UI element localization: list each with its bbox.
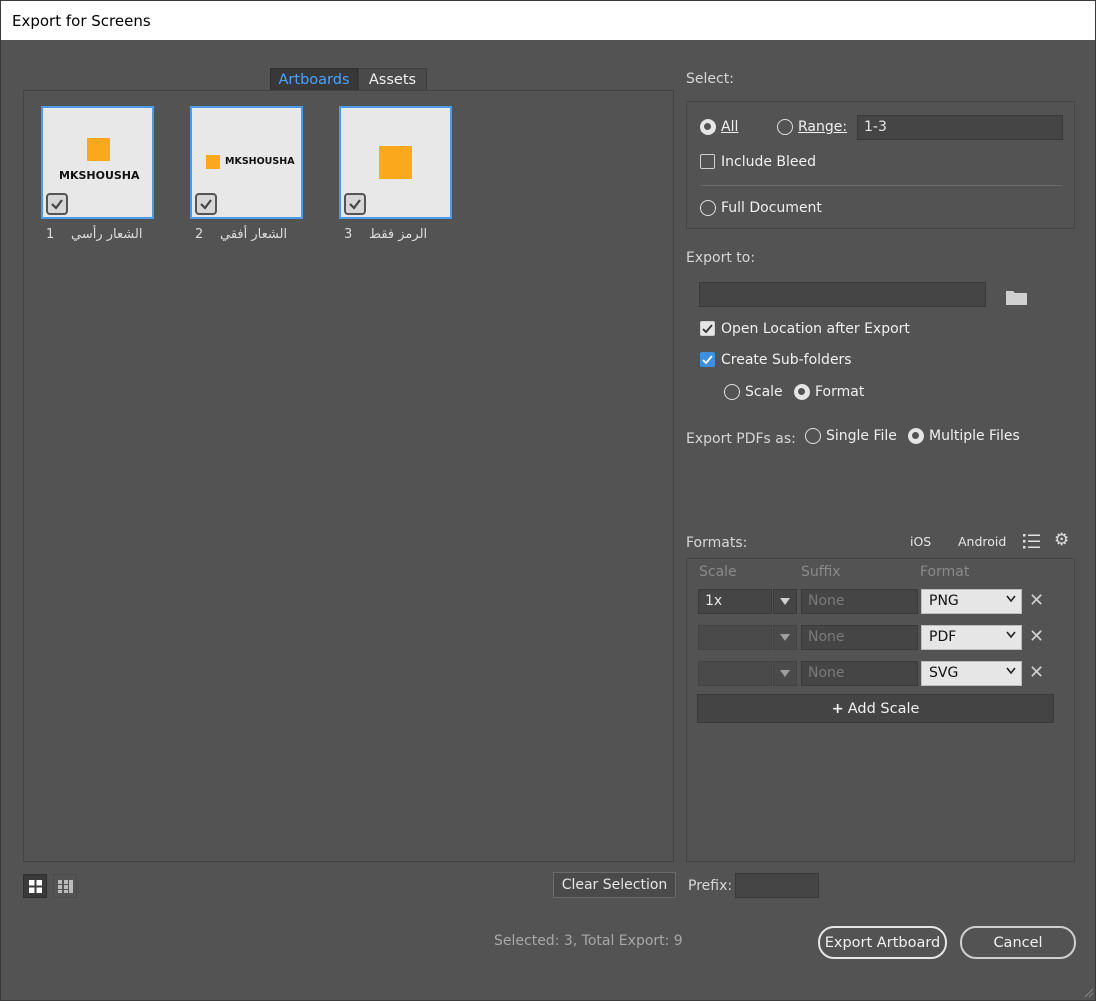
tab-artboards[interactable]: Artboards bbox=[270, 68, 358, 91]
tab-assets[interactable]: Assets bbox=[358, 68, 427, 91]
artboard-number-1: 1 bbox=[46, 227, 55, 242]
logo-mark bbox=[206, 155, 220, 169]
prefix-input[interactable] bbox=[735, 873, 819, 898]
full-document-label[interactable]: Full Document bbox=[721, 200, 822, 216]
export-to-label: Export to: bbox=[686, 250, 756, 266]
resize-grip-icon[interactable] bbox=[1082, 986, 1094, 998]
open-location-checkbox[interactable] bbox=[700, 321, 715, 336]
artboard-name-1: الشعار رأسي bbox=[71, 227, 143, 242]
divider bbox=[700, 185, 1062, 186]
select-range-radio[interactable] bbox=[777, 119, 793, 135]
artboard-checkbox-1[interactable] bbox=[46, 193, 68, 215]
subfolder-format-label[interactable]: Format bbox=[815, 384, 864, 400]
artboard-number-2: 2 bbox=[195, 227, 204, 242]
suffix-input[interactable]: None bbox=[801, 589, 918, 614]
artboard-name-3: الرمز فقط bbox=[369, 227, 428, 242]
formats-label: Formats: bbox=[686, 535, 748, 551]
subfolder-format-radio[interactable] bbox=[794, 384, 810, 400]
export-artboard-button[interactable]: Export Artboard bbox=[818, 926, 947, 959]
pdf-multiple-label[interactable]: Multiple Files bbox=[929, 428, 1020, 444]
format-header: Format bbox=[920, 564, 970, 580]
format-select[interactable]: PDF bbox=[921, 625, 1022, 650]
pdf-single-radio[interactable] bbox=[805, 428, 821, 444]
clear-selection-button[interactable]: Clear Selection bbox=[553, 872, 676, 898]
list-icon[interactable] bbox=[1023, 534, 1040, 549]
grid-view-button[interactable] bbox=[23, 874, 47, 898]
artboard-thumbnail-2[interactable]: MKSHOUSHA bbox=[190, 106, 303, 219]
artboard-number-3: 3 bbox=[344, 227, 353, 242]
logo-mark bbox=[379, 146, 412, 179]
pdf-multiple-radio[interactable] bbox=[908, 428, 924, 444]
logo-text: MKSHOUSHA bbox=[59, 169, 140, 182]
remove-format-button[interactable]: ✕ bbox=[1029, 590, 1044, 611]
select-all-radio[interactable] bbox=[700, 119, 716, 135]
artboards-panel: MKSHOUSHA 1 الشعار رأسي MKSHOUSHA 2 الشع… bbox=[23, 90, 674, 862]
cancel-button[interactable]: Cancel bbox=[960, 926, 1076, 959]
suffix-input[interactable]: None bbox=[801, 661, 918, 686]
pdf-single-label[interactable]: Single File bbox=[826, 428, 897, 444]
chevron-down-icon bbox=[780, 670, 790, 677]
create-subfolders-label[interactable]: Create Sub-folders bbox=[721, 352, 852, 368]
android-preset-button[interactable]: Android bbox=[958, 534, 1006, 549]
open-location-label[interactable]: Open Location after Export bbox=[721, 321, 910, 337]
chevron-down-icon bbox=[1006, 595, 1016, 603]
format-value: PDF bbox=[929, 629, 957, 645]
add-scale-button[interactable]: + Add Scale bbox=[697, 694, 1054, 723]
export-pdfs-label: Export PDFs as: bbox=[686, 431, 796, 447]
suffix-input[interactable]: None bbox=[801, 625, 918, 650]
format-select[interactable]: SVG bbox=[921, 661, 1022, 686]
logo-text: MKSHOUSHA bbox=[225, 156, 295, 167]
artboard-thumbnail-3[interactable] bbox=[339, 106, 452, 219]
artboard-checkbox-3[interactable] bbox=[344, 193, 366, 215]
grid-icon bbox=[29, 880, 42, 893]
include-bleed-label[interactable]: Include Bleed bbox=[721, 154, 816, 170]
artboard-name-2: الشعار أفقي bbox=[220, 227, 288, 242]
list-view-button[interactable] bbox=[53, 874, 77, 898]
create-subfolders-checkbox[interactable] bbox=[700, 352, 715, 367]
scale-input[interactable]: 1x bbox=[698, 589, 772, 614]
format-select[interactable]: PNG bbox=[921, 589, 1022, 614]
prefix-label: Prefix: bbox=[688, 878, 733, 894]
scale-input[interactable] bbox=[698, 661, 772, 686]
suffix-header: Suffix bbox=[801, 564, 841, 580]
chevron-down-icon bbox=[1006, 667, 1016, 675]
include-bleed-checkbox[interactable] bbox=[700, 154, 715, 169]
scale-dropdown-button[interactable] bbox=[773, 589, 797, 614]
chevron-down-icon bbox=[1006, 631, 1016, 639]
gear-icon[interactable]: ⚙ bbox=[1054, 530, 1069, 550]
ios-preset-button[interactable]: iOS bbox=[910, 534, 931, 549]
window-title: Export for Screens bbox=[1, 1, 1095, 40]
scale-dropdown-button[interactable] bbox=[773, 625, 797, 650]
add-scale-label: Add Scale bbox=[847, 701, 920, 717]
subfolder-scale-label[interactable]: Scale bbox=[745, 384, 783, 400]
folder-icon[interactable] bbox=[1006, 289, 1027, 305]
format-value: SVG bbox=[929, 665, 959, 681]
scale-dropdown-button[interactable] bbox=[773, 661, 797, 686]
scale-input[interactable] bbox=[698, 625, 772, 650]
format-value: PNG bbox=[929, 593, 959, 609]
select-all-label[interactable]: All bbox=[721, 119, 738, 135]
export-for-screens-dialog: Export for Screens Artboards Assets MKSH… bbox=[0, 0, 1096, 1001]
subfolder-scale-radio[interactable] bbox=[724, 384, 740, 400]
select-label: Select: bbox=[686, 71, 734, 87]
logo-mark bbox=[87, 138, 110, 161]
list-grid-icon bbox=[58, 880, 73, 893]
full-document-radio[interactable] bbox=[700, 200, 716, 216]
select-range-label[interactable]: Range: bbox=[798, 119, 847, 135]
remove-format-button[interactable]: ✕ bbox=[1029, 662, 1044, 683]
export-status: Selected: 3, Total Export: 9 bbox=[494, 933, 683, 949]
scale-header: Scale bbox=[699, 564, 737, 580]
chevron-down-icon bbox=[780, 634, 790, 641]
remove-format-button[interactable]: ✕ bbox=[1029, 626, 1044, 647]
range-input[interactable]: 1-3 bbox=[857, 115, 1063, 140]
artboard-checkbox-2[interactable] bbox=[195, 193, 217, 215]
artboard-thumbnail-1[interactable]: MKSHOUSHA bbox=[41, 106, 154, 219]
chevron-down-icon bbox=[780, 598, 790, 605]
plus-icon: + bbox=[831, 701, 844, 717]
export-path-input[interactable] bbox=[699, 282, 986, 307]
